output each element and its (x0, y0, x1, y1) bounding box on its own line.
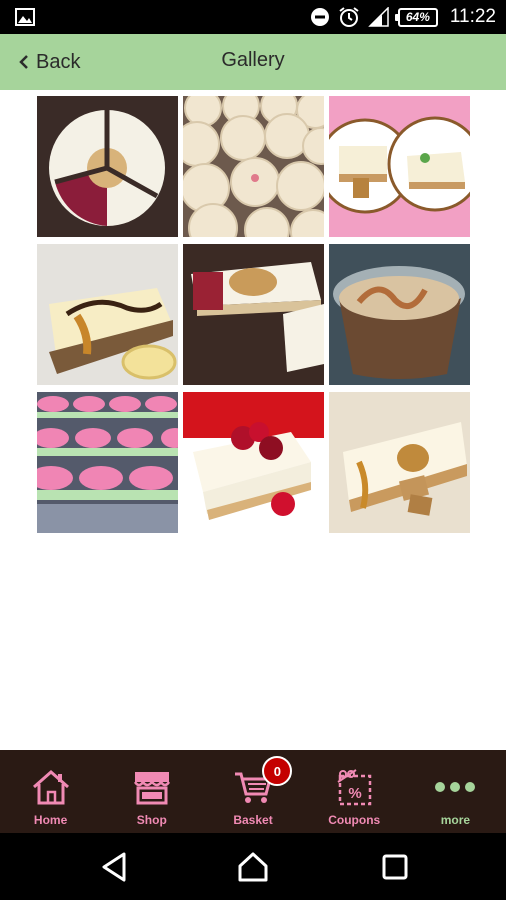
gallery-photo[interactable] (329, 96, 470, 237)
svg-text:%: % (349, 785, 362, 802)
gallery-photo[interactable] (183, 96, 324, 237)
gallery-photo[interactable] (329, 392, 470, 533)
photo-pink-mini-cheesecakes (37, 392, 178, 533)
tab-shop-label: Shop (136, 813, 167, 827)
gallery-photo[interactable] (183, 392, 324, 533)
photo-raspberry-cheesecake (183, 392, 324, 533)
tab-shop[interactable]: Shop (101, 750, 202, 833)
battery-icon: 64% (394, 7, 438, 27)
gallery-grid (37, 96, 471, 533)
photo-caramel-fudge-cheesecake (329, 392, 470, 533)
photo-raspberry-caramel-slices (183, 244, 324, 385)
back-triangle-icon[interactable] (98, 850, 132, 884)
gallery-photo[interactable] (37, 96, 178, 237)
coupon-icon: % (332, 765, 376, 809)
more-dots-icon (433, 765, 477, 809)
shop-icon (130, 765, 174, 809)
photo-caramel-cup (329, 244, 470, 385)
tab-home[interactable]: Home (0, 750, 101, 833)
gallery-photo[interactable] (329, 244, 470, 385)
gallery-photo[interactable] (37, 244, 178, 385)
photo-cupcakes (183, 96, 324, 237)
do-not-disturb-icon (310, 8, 329, 26)
tab-more[interactable]: more (405, 750, 506, 833)
battery-percent: 64% (405, 10, 430, 24)
gallery-photo[interactable] (183, 244, 324, 385)
bottom-tab-bar: Home Shop 0 Basket % Coupons more (0, 750, 506, 833)
home-icon (29, 765, 73, 809)
app-header: Gallery Back (0, 34, 506, 90)
system-nav-bar (0, 833, 506, 900)
image-icon (15, 8, 35, 26)
tab-coupons-label: Coupons (328, 813, 381, 827)
tab-more-label: more (440, 813, 471, 827)
photo-caramel-collage (329, 96, 470, 237)
tab-home-label: Home (33, 813, 68, 827)
chevron-left-icon (19, 55, 28, 69)
signal-icon (368, 7, 389, 27)
photo-banana-cheesecake (37, 244, 178, 385)
home-circle-icon[interactable] (236, 850, 270, 884)
tab-coupons[interactable]: % Coupons (304, 750, 405, 833)
alarm-icon (339, 7, 359, 27)
status-bar: 64% 11:22 (0, 0, 506, 34)
tab-basket-label: Basket (233, 813, 273, 827)
basket-count-badge: 0 (262, 756, 293, 786)
tab-basket[interactable]: 0 Basket (202, 750, 303, 833)
back-button[interactable]: Back (18, 34, 80, 90)
photo-cheesecake-slices (37, 96, 178, 237)
recents-square-icon[interactable] (378, 850, 412, 884)
back-label: Back (36, 50, 81, 73)
status-time: 11:22 (449, 6, 496, 27)
gallery-photo[interactable] (37, 392, 178, 533)
